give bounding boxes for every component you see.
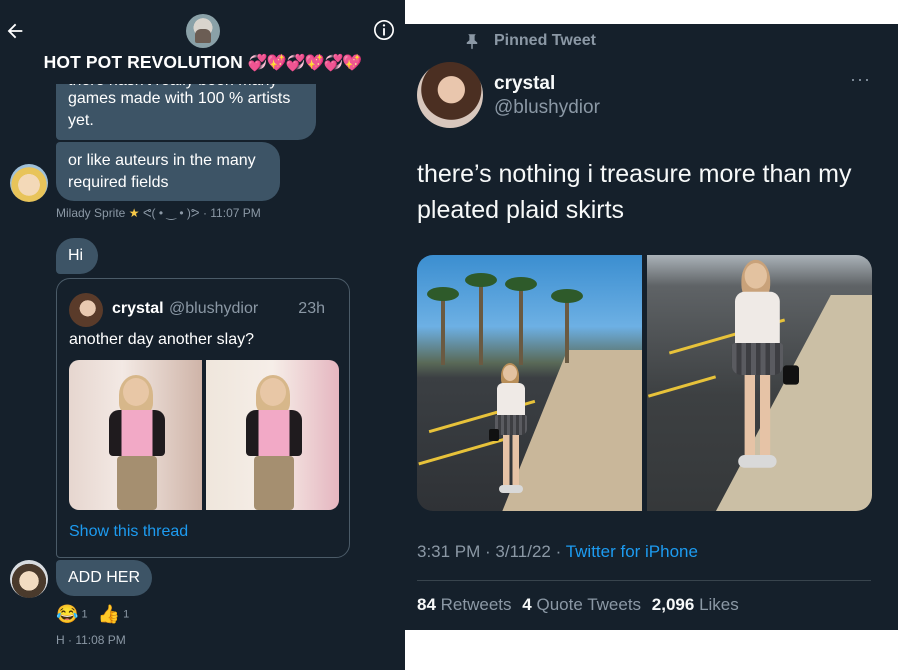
group-avatar[interactable] xyxy=(186,14,220,48)
avatar[interactable] xyxy=(69,293,103,327)
message-text: Hi xyxy=(68,247,84,264)
palm-tree xyxy=(505,277,537,365)
likes-stat[interactable]: 2,096 Likes xyxy=(652,595,739,615)
quote-tweets-count: 4 xyxy=(522,595,532,614)
shared-tweet-card[interactable]: crystal @blushydior 23h another day anot… xyxy=(56,278,350,558)
group-title-text: HOT POT REVOLUTION xyxy=(43,52,243,72)
tweet-photo[interactable] xyxy=(206,360,339,510)
message-meta: Milady Sprite ★ ᕙ( • ‿ • )ᕗ · 11:07 PM xyxy=(56,206,261,220)
tweet-time: 23h xyxy=(298,300,325,317)
photo-subject xyxy=(109,375,165,510)
tweet-photo[interactable] xyxy=(69,360,202,510)
more-options-icon[interactable]: ··· xyxy=(850,70,874,88)
dm-conversation-panel: HOT POT REVOLUTION 💞💖💞💖💞💖 games made wit… xyxy=(0,0,405,670)
pinned-label: Pinned Tweet xyxy=(494,32,596,49)
tweet-author-handle: @blushydior xyxy=(169,300,259,317)
divider xyxy=(417,580,871,581)
quote-tweets-stat[interactable]: 4 Quote Tweets xyxy=(522,595,641,615)
tweet-text: there’s nothing i treasure more than my … xyxy=(417,160,852,224)
avatar[interactable] xyxy=(10,164,48,202)
message-text: games made with 100 % artists yet. xyxy=(68,90,291,129)
laughing-emoji-icon: 😂 xyxy=(56,604,79,624)
show-thread-link[interactable]: Show this thread xyxy=(69,523,188,541)
group-title: HOT POT REVOLUTION 💞💖💞💖💞💖 xyxy=(0,52,405,73)
tweet-author-handle[interactable]: @blushydior xyxy=(494,97,600,119)
tweet-author-name[interactable]: crystal xyxy=(494,73,555,95)
quote-tweets-label: Quote Tweets xyxy=(536,595,642,614)
pin-icon xyxy=(466,34,478,50)
palm-tree xyxy=(465,273,497,365)
message-bubble[interactable]: or like auteurs in the many required fie… xyxy=(56,142,280,201)
palm-tree xyxy=(427,287,459,365)
reaction-count: 1 xyxy=(81,608,88,621)
message-bubble[interactable]: Hi xyxy=(56,238,98,274)
retweets-count: 84 xyxy=(417,595,436,614)
message-bubble[interactable]: ADD HER xyxy=(56,560,152,596)
reaction-count: 1 xyxy=(123,608,130,621)
sender-name: Milady Sprite xyxy=(56,206,126,220)
info-icon[interactable] xyxy=(373,19,395,41)
tweet-photo[interactable] xyxy=(417,255,642,511)
avatar[interactable] xyxy=(10,560,48,598)
avatar[interactable] xyxy=(417,62,483,128)
tweet-stats: 84 Retweets 4 Quote Tweets 2,096 Likes xyxy=(417,595,745,615)
reaction-laugh[interactable]: 😂 1 xyxy=(56,604,88,625)
road-marking xyxy=(418,437,506,466)
likes-label: Likes xyxy=(699,595,739,614)
tweet-text: another day another slay? xyxy=(69,331,255,348)
photo-subject xyxy=(246,375,302,510)
photo-subject xyxy=(489,363,527,495)
star-icon: ★ xyxy=(128,206,140,220)
tweet-time[interactable]: 3:31 PM · 3/11/22 · xyxy=(417,542,566,561)
message-text: ADD HER xyxy=(68,569,141,586)
reaction-thumbs-up[interactable]: 👍 1 xyxy=(98,604,130,625)
message-timestamp: ᕙ( • ‿ • )ᕗ · 11:07 PM xyxy=(142,206,261,220)
heart-emoji-icons: 💞💖💞💖💞💖 xyxy=(247,55,363,72)
message-meta: H · 11:08 PM xyxy=(56,633,126,647)
photo-subject xyxy=(731,259,799,511)
retweets-label: Retweets xyxy=(440,595,512,614)
message-text: or like auteurs in the many required fie… xyxy=(68,152,256,191)
road-marking xyxy=(647,375,717,398)
tweet-source-link[interactable]: Twitter for iPhone xyxy=(566,542,698,561)
reaction-row: 😂 1 👍 1 xyxy=(56,604,136,625)
retweets-stat[interactable]: 84 Retweets xyxy=(417,595,512,615)
tweet-photo[interactable] xyxy=(647,255,872,511)
palm-tree xyxy=(551,289,583,363)
tweet-detail-panel: Pinned Tweet crystal @blushydior ··· the… xyxy=(405,24,898,630)
arrow-left-icon[interactable] xyxy=(4,20,26,42)
tweet-timestamp: 3:31 PM · 3/11/22 · Twitter for iPhone xyxy=(417,542,698,562)
likes-count: 2,096 xyxy=(651,595,695,614)
tweet-author-name[interactable]: crystal xyxy=(112,300,164,318)
thumbs-up-emoji-icon: 👍 xyxy=(97,604,121,624)
